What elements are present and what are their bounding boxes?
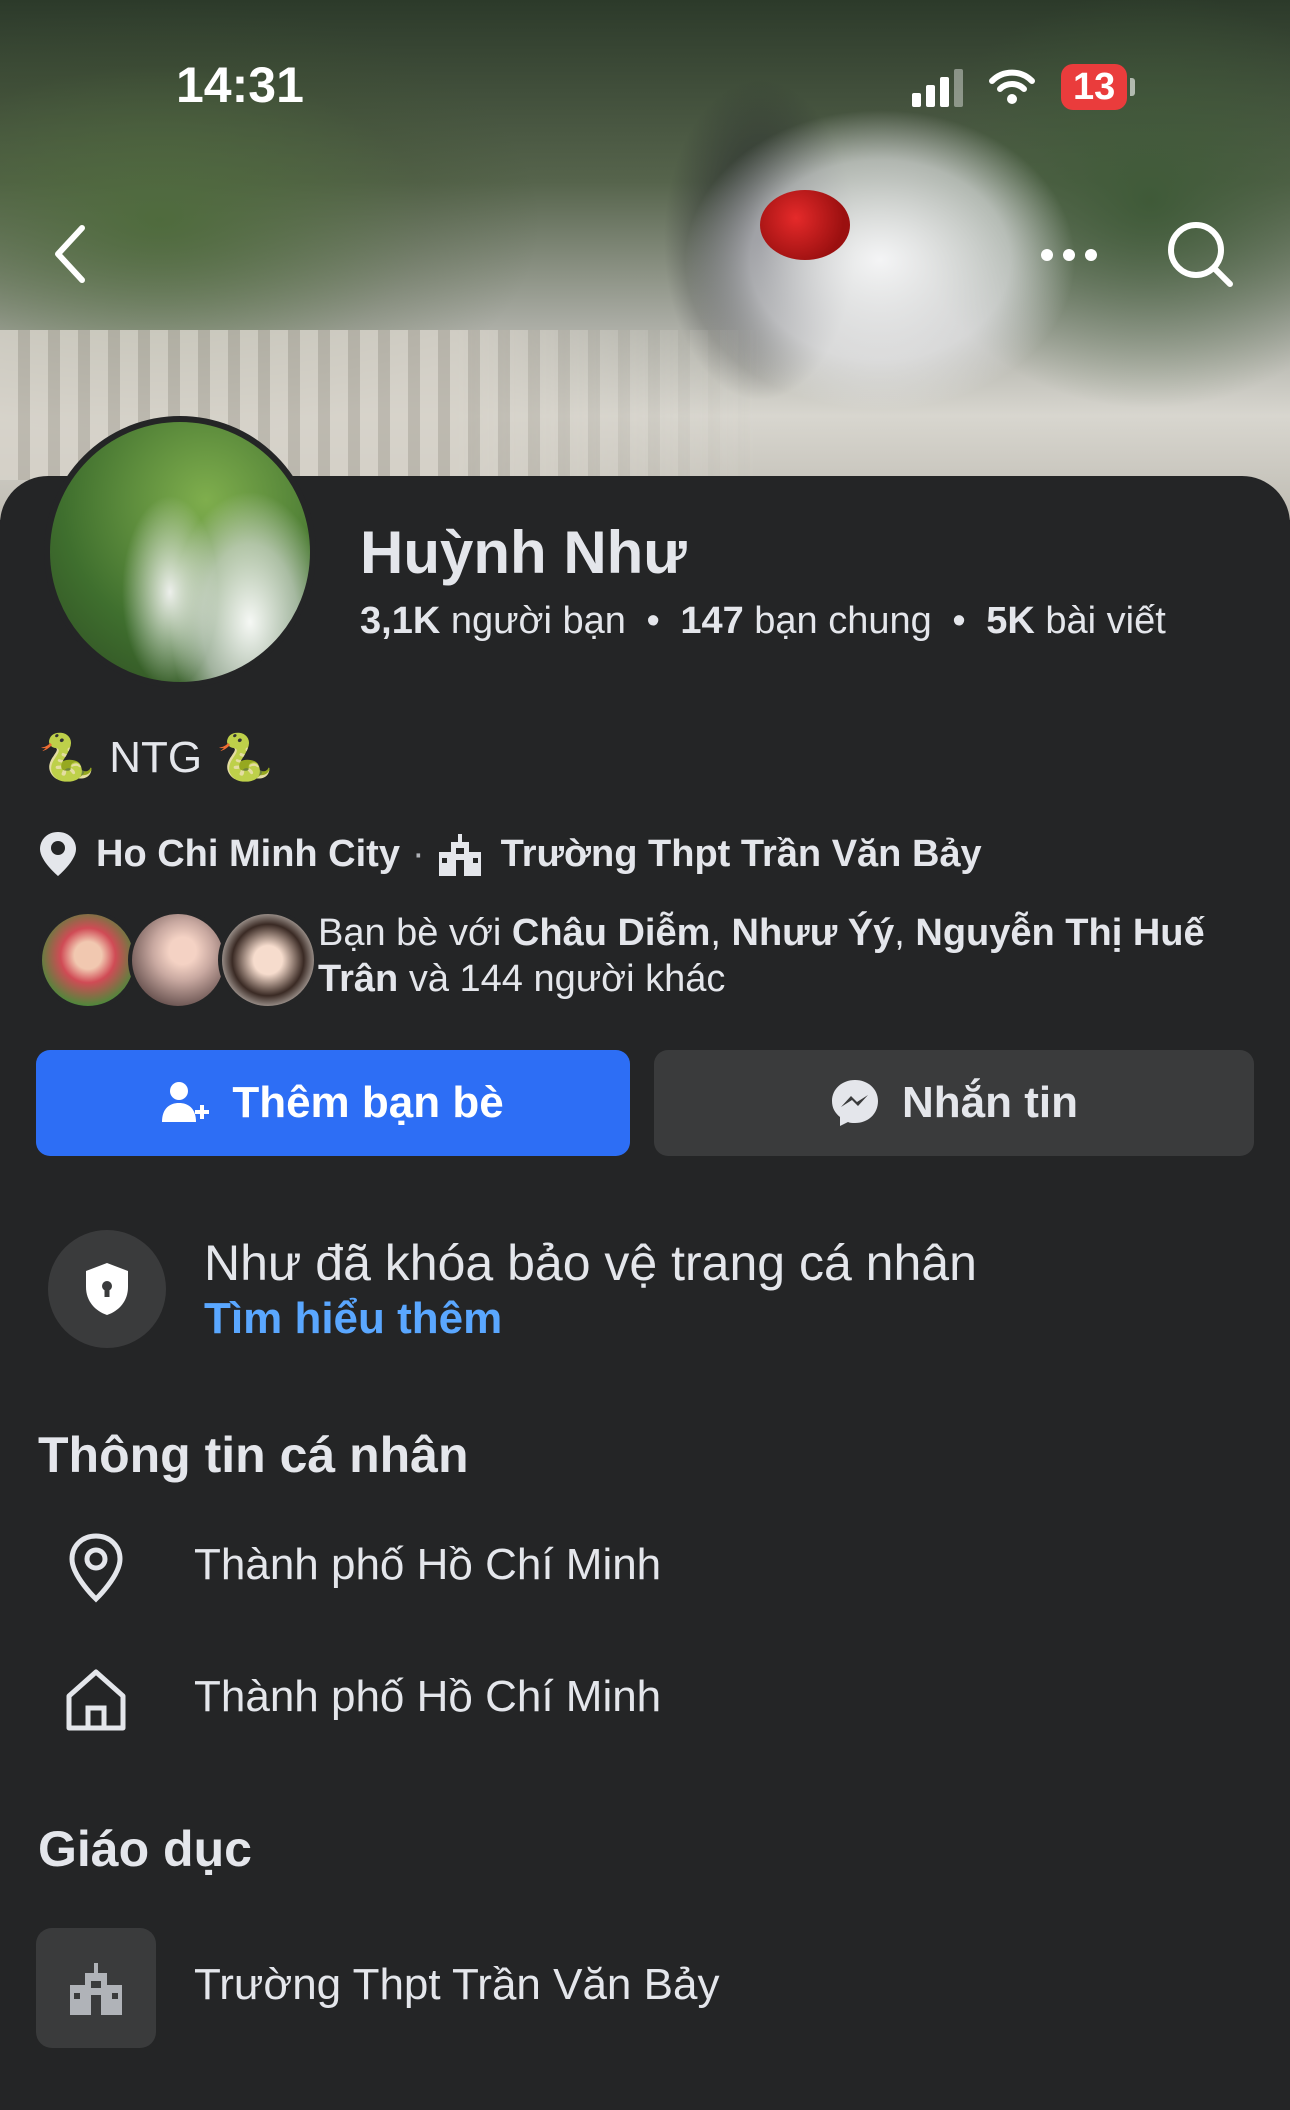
current-city-row[interactable]: Thành phố Hồ Chí Minh: [0, 1524, 1290, 1634]
location-pin-icon: [40, 832, 76, 876]
posts-label: bài viết: [1045, 600, 1166, 642]
profile-stats: 3,1K người bạn • 147 bạn chung • 5K bài …: [360, 600, 1166, 643]
friends-count[interactable]: 3,1K: [360, 600, 440, 642]
profile-bio: 🐍 NTG 🐍: [38, 730, 273, 785]
mutual-friend-avatar[interactable]: [218, 910, 318, 1010]
message-button[interactable]: Nhắn tin: [654, 1050, 1254, 1156]
profile-name: Huỳnh Như: [360, 519, 687, 586]
lock-notice-title: Như đã khóa bảo vệ trang cá nhân: [204, 1235, 977, 1291]
mutual-suffix[interactable]: và 144 người khác: [409, 958, 726, 1000]
add-friend-button[interactable]: Thêm bạn bè: [36, 1050, 630, 1156]
cover-bouquet: [760, 190, 850, 260]
add-friend-label: Thêm bạn bè: [232, 1078, 504, 1127]
mutual-name[interactable]: Châu Diễm: [512, 912, 710, 954]
school-text[interactable]: Trường Thpt Trần Văn Bảy: [501, 833, 982, 876]
home-icon: [56, 1660, 136, 1740]
mutual-count[interactable]: 147: [680, 600, 743, 642]
message-label: Nhắn tin: [902, 1078, 1078, 1127]
mutual-comma: ,: [710, 912, 721, 954]
education-row[interactable]: Trường Thpt Trần Văn Bảy: [0, 1940, 1290, 2050]
profile-info-line: Ho Chi Minh City · Trường Thpt Trần Văn …: [38, 830, 982, 878]
mutual-friend-avatar[interactable]: [38, 910, 138, 1010]
mutual-friend-avatar[interactable]: [128, 910, 228, 1010]
more-options-icon[interactable]: [1038, 240, 1100, 270]
cellular-signal-icon: [912, 67, 963, 107]
battery-indicator: 13: [1061, 64, 1136, 110]
friends-label[interactable]: người bạn: [451, 600, 626, 642]
mutual-label[interactable]: bạn chung: [754, 600, 932, 642]
current-city-label[interactable]: Thành phố Hồ Chí Minh: [194, 1540, 661, 1590]
hometown-row[interactable]: Thành phố Hồ Chí Minh: [0, 1656, 1290, 1766]
search-icon[interactable]: [1164, 218, 1236, 290]
mutual-prefix: Bạn bè với: [318, 912, 502, 954]
education-title: Giáo dục: [38, 1821, 252, 1877]
location-pin-icon: [56, 1528, 136, 1608]
messenger-icon: [832, 1080, 878, 1126]
location-text[interactable]: Ho Chi Minh City: [96, 833, 400, 876]
learn-more-link[interactable]: Tìm hiểu thêm: [204, 1294, 502, 1344]
personal-info-title: Thông tin cá nhân: [38, 1427, 469, 1483]
status-icons: 13: [912, 64, 1136, 110]
stats-dot: •: [646, 600, 660, 642]
shield-lock-badge: [48, 1230, 166, 1348]
snake-emoji: 🐍: [38, 731, 96, 783]
school-name[interactable]: Trường Thpt Trần Văn Bảy: [194, 1960, 719, 2010]
wifi-icon: [989, 69, 1035, 104]
info-separator: ·: [411, 832, 425, 875]
profile-avatar[interactable]: [44, 416, 316, 688]
bio-text: NTG: [109, 732, 203, 782]
school-building-icon: [438, 834, 481, 876]
back-icon[interactable]: [48, 222, 92, 286]
mutual-comma: ,: [894, 912, 905, 954]
mutual-name[interactable]: Nhưư Ýý: [732, 912, 895, 954]
snake-emoji: 🐍: [216, 731, 274, 783]
mutual-friends-avatars[interactable]: [38, 910, 318, 1010]
mutual-friends-text[interactable]: Bạn bè với Châu Diễm, Nhưư Ýý, Nguyễn Th…: [318, 910, 1258, 1002]
stats-dot: •: [952, 600, 966, 642]
add-friend-icon: [162, 1082, 210, 1122]
posts-count: 5K: [986, 600, 1035, 642]
shield-lock-icon: [86, 1263, 128, 1315]
status-time: 14:31: [176, 57, 304, 113]
hometown-label[interactable]: Thành phố Hồ Chí Minh: [194, 1672, 661, 1722]
